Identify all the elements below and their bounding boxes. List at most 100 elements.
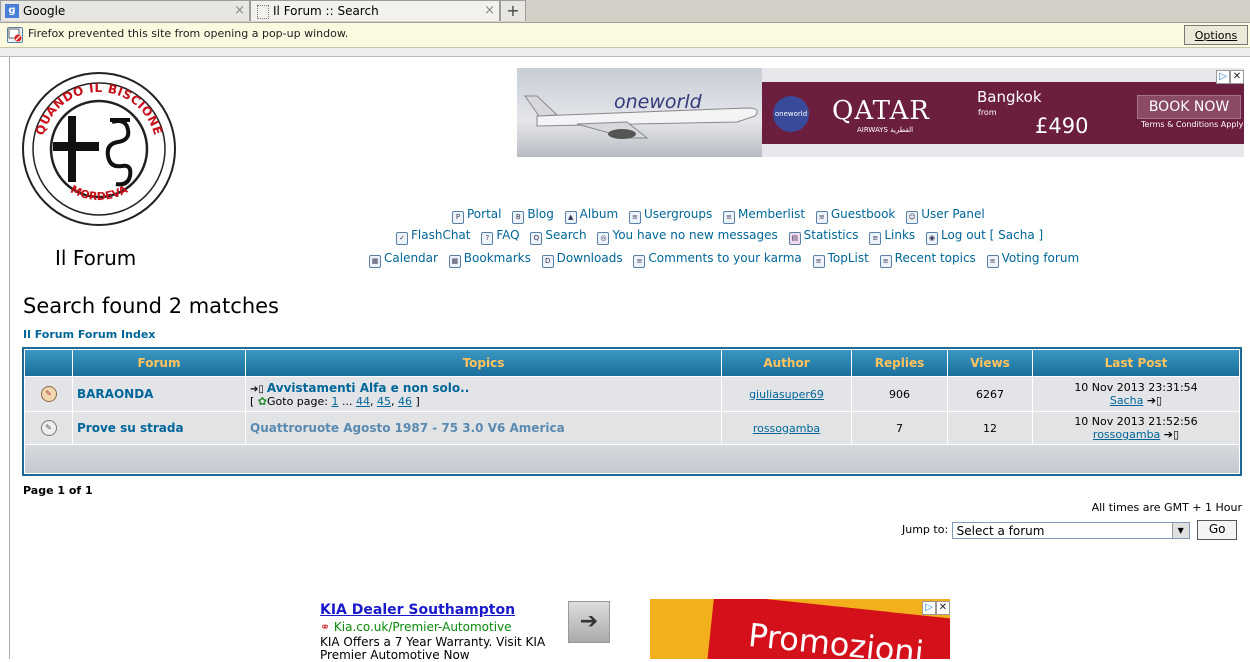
nav-faq[interactable]: ? FAQ: [481, 228, 520, 245]
nav-statistics[interactable]: ▤ Statistics: [788, 228, 858, 245]
messages-icon: ◎: [597, 232, 610, 245]
faq-icon: ?: [481, 232, 494, 245]
topic-link[interactable]: Quattroruote Agosto 1987 - 75 3.0 V6 Ame…: [250, 421, 565, 435]
timezone-text: All times are GMT + 1 Hour: [1091, 501, 1242, 514]
go-button[interactable]: Go: [1197, 520, 1238, 540]
nav-portal[interactable]: P Portal: [452, 207, 501, 224]
nav-recent-topics[interactable]: ≡ Recent topics: [879, 251, 976, 268]
nav-flashchat[interactable]: ✓ FlashChat: [396, 228, 471, 245]
topic-link[interactable]: Avvistamenti Alfa e non solo..: [267, 381, 469, 395]
nav-karma-comments[interactable]: ≡ Comments to your karma: [633, 251, 802, 268]
breadcrumb-forum-index[interactable]: Il Forum Forum Index: [23, 328, 155, 341]
logout-icon: ◉: [925, 232, 938, 245]
header-icon-col: [25, 350, 72, 376]
nav-toplist[interactable]: ≡ TopList: [812, 251, 869, 268]
forum-cell: BARAONDA: [73, 377, 245, 411]
tab-label: Google: [23, 4, 66, 18]
last-post-user[interactable]: rossogamba: [1093, 428, 1160, 441]
downloads-icon: D: [541, 255, 554, 268]
options-button[interactable]: Options: [1184, 25, 1248, 45]
nav-calendar[interactable]: ▦ Calendar: [369, 251, 438, 268]
adchoices-icon[interactable]: ▷: [922, 601, 936, 615]
tab-bar: g Google × Il Forum :: Search × +: [0, 0, 1250, 23]
close-icon[interactable]: ×: [234, 1, 245, 21]
close-ad-icon[interactable]: ✕: [1230, 70, 1244, 84]
nav-album[interactable]: ▲ Album: [564, 207, 618, 224]
album-icon: ▲: [564, 211, 577, 224]
forum-link[interactable]: Prove su strada: [77, 421, 184, 435]
kia-ad-url[interactable]: ⚭ Kia.co.uk/Premier-Automotive: [320, 620, 512, 634]
nav-guestbook[interactable]: ≡ Guestbook: [815, 207, 895, 224]
topic-status-cell: ✎: [25, 377, 72, 411]
usergroups-icon: ≡: [628, 211, 641, 224]
author-link[interactable]: rossogamba: [753, 422, 820, 435]
last-post-user[interactable]: Sacha: [1110, 394, 1143, 407]
page-link-44[interactable]: 44: [356, 395, 370, 408]
site-logo[interactable]: QUANDO IL BISCIONE MORDEVA: [20, 70, 178, 228]
promo-ad[interactable]: Promozioni: [650, 599, 950, 659]
header-replies: Replies: [852, 350, 947, 376]
google-icon: g: [5, 4, 19, 18]
top-banner-ad[interactable]: oneworld oneworld QATAR AIRWAYS القطرية …: [517, 68, 1244, 157]
close-icon[interactable]: ×: [484, 1, 495, 21]
karma-icon: ≡: [633, 255, 646, 268]
jump-label: Jump to:: [902, 523, 949, 536]
table-row: ✎ BARAONDA ➔▯ Avvistamenti Alfa e non sol…: [25, 377, 1239, 411]
nav-user-panel[interactable]: ☺ User Panel: [906, 207, 985, 224]
oneworld-badge: oneworld: [773, 96, 809, 132]
kia-ad-title[interactable]: KIA Dealer Southampton: [320, 602, 515, 618]
page-link-45[interactable]: 45: [377, 395, 391, 408]
forum-select[interactable]: Select a forum ▼: [951, 521, 1190, 539]
author-cell: rossogamba: [722, 412, 851, 444]
bookmarks-icon: ▦: [448, 255, 461, 268]
links-icon: ≡: [869, 232, 882, 245]
nav-logout[interactable]: ◉ Log out [ Sacha ]: [925, 228, 1043, 245]
nav-voting-forum[interactable]: ≡ Voting forum: [986, 251, 1079, 268]
close-ad-icon[interactable]: ✕: [936, 601, 950, 615]
tab-label: Il Forum :: Search: [273, 4, 379, 18]
book-now-button[interactable]: BOOK NOW: [1137, 95, 1241, 119]
nav-usergroups[interactable]: ≡ Usergroups: [628, 207, 712, 224]
arrow-right-icon[interactable]: ➔: [568, 601, 610, 643]
forum-link[interactable]: BARAONDA: [77, 387, 153, 401]
voting-icon: ≡: [986, 255, 999, 268]
forum-cell: Prove su strada: [73, 412, 245, 444]
new-tab-button[interactable]: +: [500, 0, 526, 21]
nav-downloads[interactable]: D Downloads: [541, 251, 623, 268]
recent-topics-icon: ≡: [879, 255, 892, 268]
notification-text: Firefox prevented this site from opening…: [28, 27, 349, 40]
site-title: Il Forum: [55, 246, 137, 270]
search-results-table: Forum Topics Author Replies Views Last P…: [22, 347, 1242, 476]
qatar-logo-text: QATAR: [832, 96, 930, 126]
nav-memberlist[interactable]: ≡ Memberlist: [723, 207, 805, 224]
goto-icon: ✿: [257, 394, 268, 408]
author-link[interactable]: giuliasuper69: [749, 388, 824, 401]
price-from-label: from: [978, 108, 997, 117]
page-icon: [257, 5, 269, 19]
page-link-1[interactable]: 1: [332, 395, 339, 408]
hot-topic-icon: ✎: [40, 386, 57, 402]
newest-post-icon[interactable]: ➔▯: [250, 384, 264, 395]
adchoices-icon[interactable]: ▷: [1216, 70, 1230, 84]
nav-blog[interactable]: B Blog: [512, 207, 554, 224]
view-latest-post-icon[interactable]: ➔▯: [1164, 428, 1179, 441]
nav-search[interactable]: Q Search: [530, 228, 587, 245]
view-latest-post-icon[interactable]: ➔▯: [1147, 394, 1162, 407]
blog-icon: B: [512, 211, 525, 224]
calendar-icon: ▦: [369, 255, 381, 268]
nav-links[interactable]: ≡ Links: [869, 228, 915, 245]
search-icon: Q: [530, 232, 543, 245]
nav-bookmarks[interactable]: ▦ Bookmarks: [448, 251, 531, 268]
ad-price: £490: [1035, 114, 1089, 138]
topic-icon: ✎: [40, 420, 57, 436]
replies-cell: 7: [852, 412, 947, 444]
nav-messages[interactable]: ◎ You have no new messages: [597, 228, 778, 245]
portal-icon: P: [452, 211, 464, 224]
popup-blocked-bar: Firefox prevented this site from opening…: [0, 23, 1250, 48]
tab-google[interactable]: g Google ×: [0, 0, 250, 21]
views-cell: 6267: [948, 377, 1032, 411]
page-link-46[interactable]: 46: [398, 395, 412, 408]
tab-forum-search[interactable]: Il Forum :: Search ×: [250, 0, 500, 21]
topic-cell: ➔▯ Avvistamenti Alfa e non solo.. [ ✿Goto…: [246, 377, 721, 411]
views-cell: 12: [948, 412, 1032, 444]
